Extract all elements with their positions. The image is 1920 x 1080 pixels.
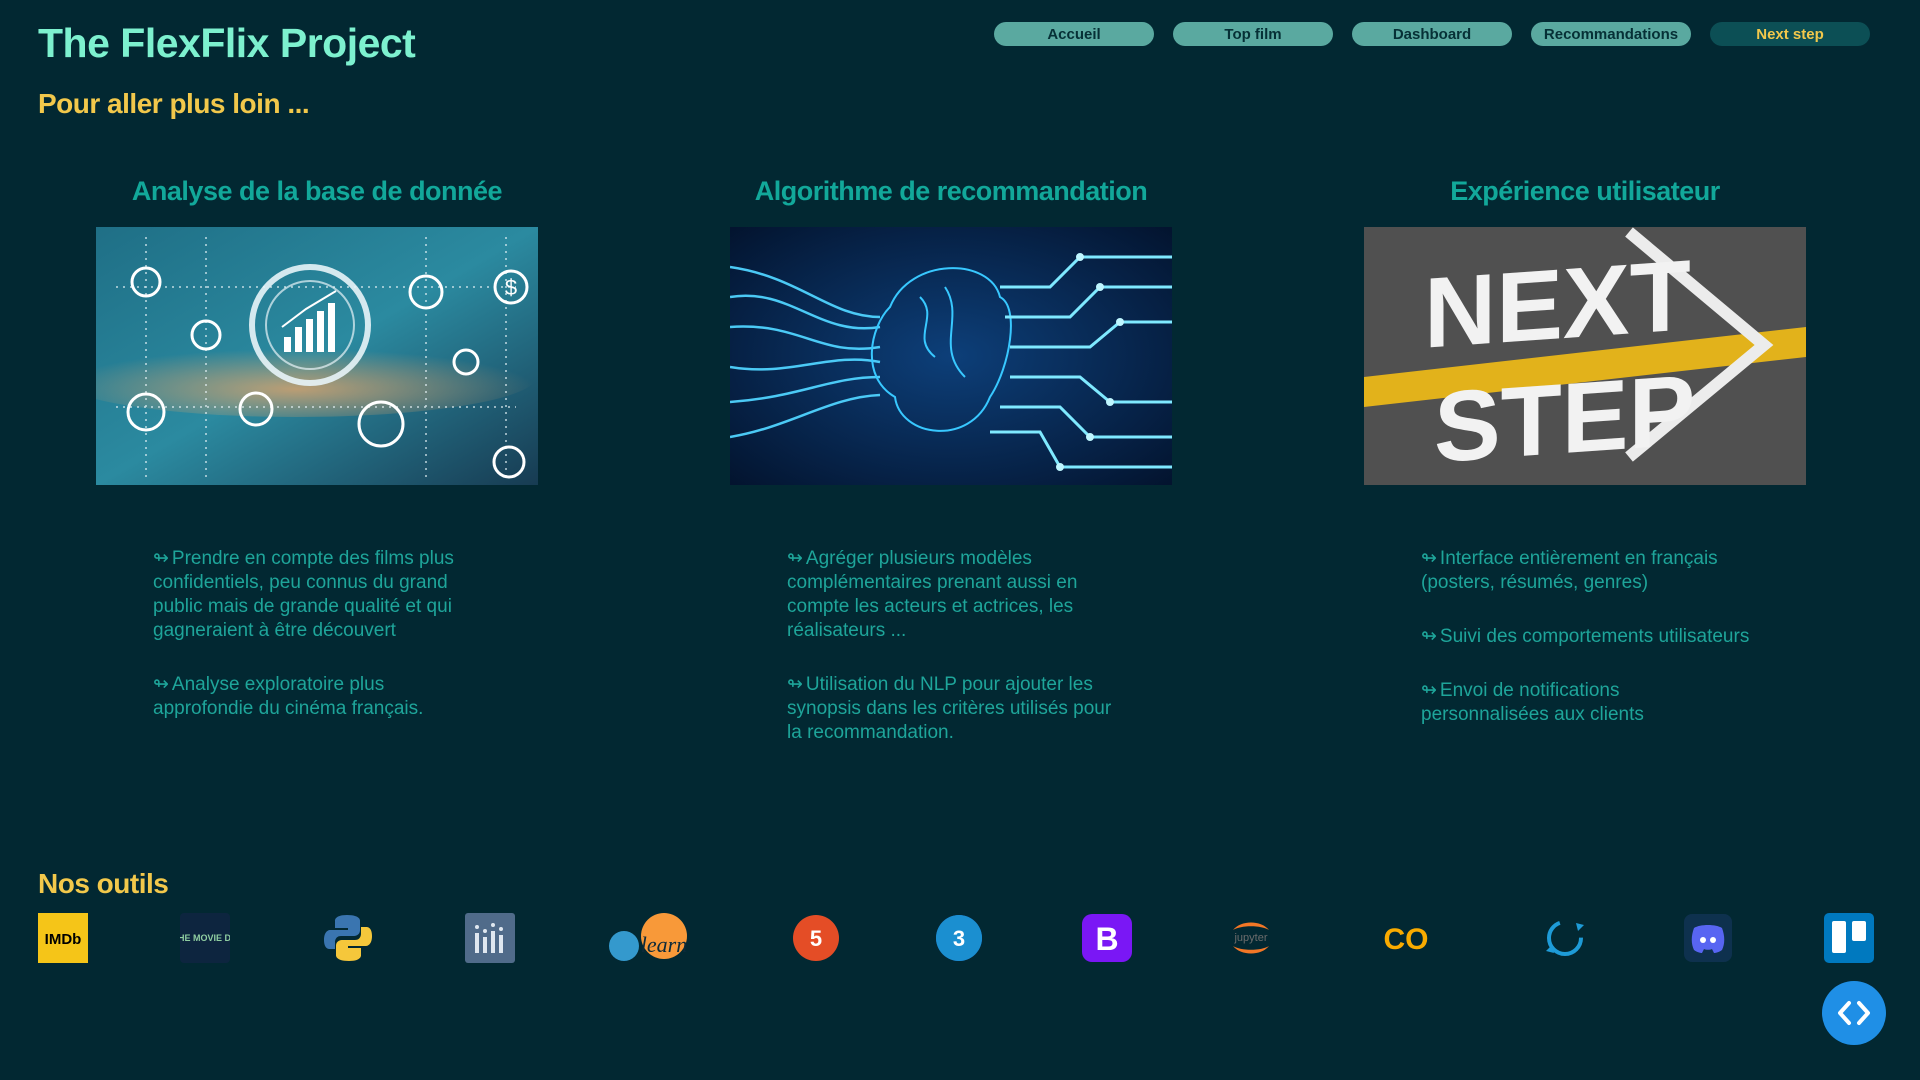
arrow-icon: ↬	[787, 674, 803, 695]
data-analytics-image: $	[96, 227, 538, 485]
top-nav: Accueil Top film Dashboard Recommandatio…	[994, 22, 1870, 46]
ai-brain-image	[730, 227, 1172, 485]
arrow-icon: ↬	[1421, 626, 1437, 647]
kaggle-api-icon	[1540, 912, 1590, 964]
jupyter-icon: jupyter	[1225, 912, 1277, 964]
metabase-icon	[465, 912, 515, 964]
section-title: Expérience utilisateur	[1450, 176, 1720, 206]
bootstrap-icon: B	[1076, 912, 1138, 964]
list-item: ↬ Utilisation du NLP pour ajouter les syn…	[787, 674, 1112, 743]
list-item: ↬ Prendre en compte des films plus confid…	[153, 548, 454, 641]
svg-text:IMDb: IMDb	[45, 931, 82, 948]
section-data-analysis: Analyse de la base de donnée $ ↬ Prendre…	[96, 176, 538, 751]
bullet-list: ↬ Interface entièrement en français (post…	[1421, 547, 1751, 727]
nav-next-step-button[interactable]: Next step	[1710, 22, 1870, 46]
svg-text:B: B	[1095, 921, 1118, 957]
page-subtitle: Pour aller plus loin ...	[38, 88, 310, 119]
trello-icon	[1824, 912, 1874, 964]
list-item: ↬ Analyse exploratoire plus approfondie d…	[153, 674, 424, 719]
svg-text:learn: learn	[641, 932, 687, 957]
svg-text:jupyter: jupyter	[1233, 932, 1267, 944]
arrow-icon: ↬	[153, 674, 169, 695]
arrow-icon: ↬	[1421, 680, 1437, 701]
arrow-icon: ↬	[153, 548, 169, 569]
bullet-list: ↬ Agréger plusieurs modèles complémentair…	[787, 547, 1117, 745]
nav-recommandations-button[interactable]: Recommandations	[1531, 22, 1691, 46]
arrow-icon: ↬	[787, 548, 803, 569]
svg-text:NEXT: NEXT	[1424, 239, 1691, 370]
svg-text:THE MOVIE DB: THE MOVIE DB	[180, 933, 230, 943]
code-icon	[1838, 1001, 1870, 1025]
nav-accueil-button[interactable]: Accueil	[994, 22, 1154, 46]
discord-icon	[1684, 912, 1732, 964]
bullet-list: ↬ Prendre en compte des films plus confid…	[153, 547, 483, 721]
arrow-icon: ↬	[1421, 548, 1437, 569]
html5-icon: 5	[792, 912, 840, 964]
scikit-learn-icon: learn	[606, 912, 702, 964]
code-toggle-button[interactable]	[1822, 981, 1886, 1045]
list-item: ↬ Envoi de notifications personnalisées a…	[1421, 680, 1644, 725]
list-item: ↬ Agréger plusieurs modèles complémentair…	[787, 548, 1078, 641]
section-title: Analyse de la base de donnée	[131, 176, 503, 206]
imdb-icon: IMDb	[38, 912, 88, 964]
next-step-image: NEXT STEP	[1364, 227, 1806, 485]
section-title: Algorithme de recommandation	[754, 176, 1148, 206]
list-item: ↬ Suivi des comportements utilisateurs	[1421, 626, 1750, 647]
nav-dashboard-button[interactable]: Dashboard	[1352, 22, 1512, 46]
list-item: ↬ Interface entièrement en français (post…	[1421, 548, 1718, 593]
nav-top-film-button[interactable]: Top film	[1173, 22, 1333, 46]
svg-text:STEP: STEP	[1434, 354, 1695, 484]
svg-text:CO: CO	[1384, 923, 1429, 956]
python-icon	[322, 912, 374, 964]
tools-title: Nos outils	[38, 868, 169, 899]
app-title: The FlexFlix Project	[38, 20, 416, 66]
css3-icon: 3	[935, 912, 983, 964]
svg-text:5: 5	[810, 926, 822, 951]
google-colab-icon: CO	[1378, 912, 1434, 964]
section-user-experience: Expérience utilisateur NEXT STEP ↬ Interf…	[1364, 176, 1806, 757]
section-recommendation-algorithm: Algorithme de recommandation ↬ Agréger p…	[730, 176, 1172, 775]
tools-row: IMDb THE MOVIE DB learn 5 3 B jupyter CO	[0, 912, 1920, 964]
svg-text:3: 3	[953, 926, 965, 951]
svg-text:$: $	[505, 275, 517, 300]
tmdb-icon: THE MOVIE DB	[180, 912, 230, 964]
